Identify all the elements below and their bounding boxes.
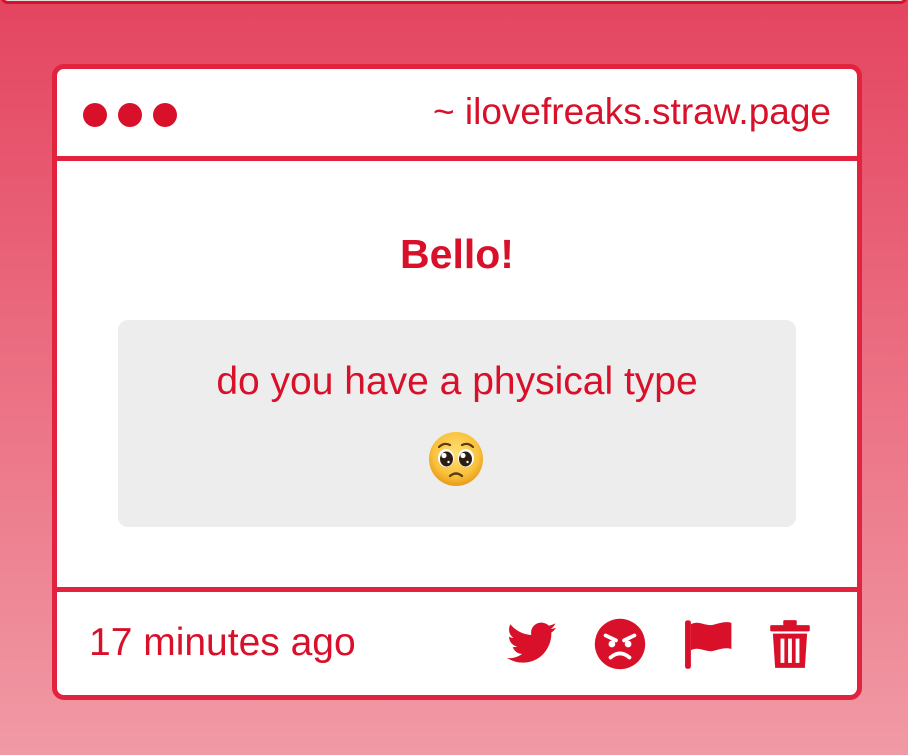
question-text: do you have a physical type xyxy=(216,360,698,403)
greeting-text: Bello! xyxy=(400,231,514,277)
window-dot xyxy=(118,103,142,127)
window-dot xyxy=(153,103,177,127)
message-card: ~ ilovefreaks.straw.page Bello! do you h… xyxy=(52,64,862,700)
timestamp: 17 minutes ago xyxy=(89,621,356,664)
trash-icon[interactable] xyxy=(763,617,817,671)
twitter-icon[interactable] xyxy=(505,617,559,671)
previous-card-edge xyxy=(0,0,908,4)
window-titlebar: ~ ilovefreaks.straw.page xyxy=(57,69,857,161)
question-bubble: do you have a physical type xyxy=(118,320,796,527)
card-footer: 17 minutes ago xyxy=(57,592,857,695)
flag-icon[interactable] xyxy=(681,617,735,671)
window-dots xyxy=(83,103,177,127)
window-dot xyxy=(83,103,107,127)
message-content: Bello! do you have a physical type xyxy=(57,161,857,592)
page-url[interactable]: ~ ilovefreaks.straw.page xyxy=(433,91,831,133)
pleading-face-emoji xyxy=(429,432,483,486)
angry-face-icon[interactable] xyxy=(593,617,647,671)
